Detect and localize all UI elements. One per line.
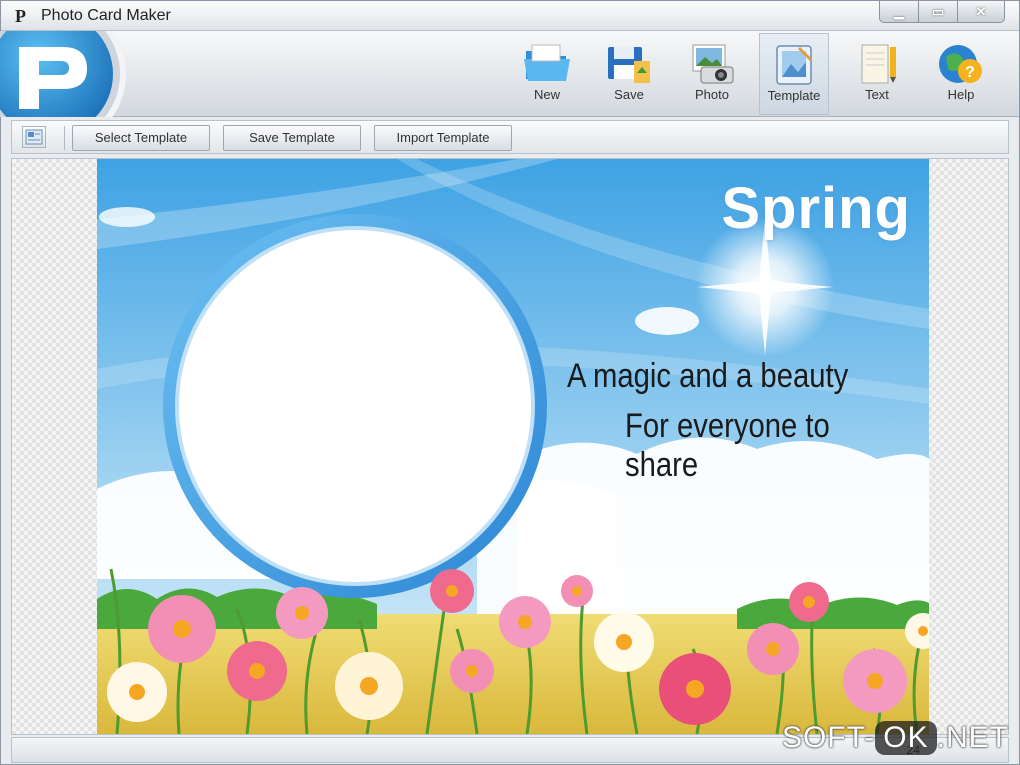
text-button[interactable]: Text: [842, 33, 912, 115]
save-button[interactable]: Save: [594, 33, 664, 115]
select-template-button[interactable]: Select Template: [72, 125, 210, 151]
app-logo: [0, 31, 126, 117]
folder-icon: [524, 44, 570, 81]
main-toolbar: New Save Photo Template Text ? Help: [0, 31, 1019, 117]
maximize-button[interactable]: ▭: [918, 1, 958, 23]
template-button[interactable]: Template: [759, 33, 829, 115]
canvas-area[interactable]: Spring A magic and a beauty For everyone…: [11, 158, 1009, 735]
svg-text:?: ?: [965, 64, 975, 81]
text-icon: [861, 44, 896, 84]
card-text-line-1[interactable]: A magic and a beauty: [567, 357, 848, 396]
close-icon: ✕: [975, 3, 987, 19]
maximize-icon: ▭: [931, 3, 945, 19]
window-controls: ▁ ▭ ✕: [879, 1, 1005, 23]
minimize-button[interactable]: ▁: [879, 1, 919, 23]
camera-icon: [692, 44, 734, 84]
template-icon: [776, 45, 813, 85]
photo-button[interactable]: Photo: [677, 33, 747, 115]
save-icon: [608, 47, 650, 83]
watermark-ok: OK: [875, 721, 937, 755]
card-title[interactable]: Spring: [721, 175, 911, 242]
app-title-icon: P: [15, 6, 26, 26]
toolbar-separator: [64, 126, 65, 150]
help-button[interactable]: ? Help: [926, 33, 996, 115]
image-list-icon: [25, 129, 43, 145]
title-bar[interactable]: P Photo Card Maker ▁ ▭ ✕: [1, 1, 1019, 31]
template-list-icon[interactable]: [22, 126, 46, 148]
import-template-button[interactable]: Import Template: [374, 125, 512, 151]
template-label: Template: [767, 88, 821, 103]
new-label: New: [533, 87, 560, 102]
save-template-button[interactable]: Save Template: [223, 125, 361, 151]
template-toolbar: Select Template Save Template Import Tem…: [11, 120, 1009, 154]
minimize-icon: ▁: [894, 3, 904, 19]
close-button[interactable]: ✕: [957, 1, 1005, 23]
new-button[interactable]: New: [512, 33, 582, 115]
card-text-line-2[interactable]: For everyone to share: [625, 407, 886, 485]
text-label: Text: [865, 87, 889, 102]
help-icon: ?: [939, 45, 982, 83]
watermark-right: .NET: [936, 721, 1009, 754]
watermark: SOFT- OK .NET: [782, 721, 1009, 755]
photo-label: Photo: [695, 87, 729, 102]
save-label: Save: [614, 87, 644, 102]
watermark-left: SOFT-: [781, 721, 876, 754]
help-label: Help: [947, 87, 975, 102]
photo-card[interactable]: Spring A magic and a beauty For everyone…: [97, 159, 929, 734]
window-title: Photo Card Maker: [41, 7, 171, 24]
app-window: P Photo Card Maker ▁ ▭ ✕ New Save Photo …: [0, 0, 1020, 765]
